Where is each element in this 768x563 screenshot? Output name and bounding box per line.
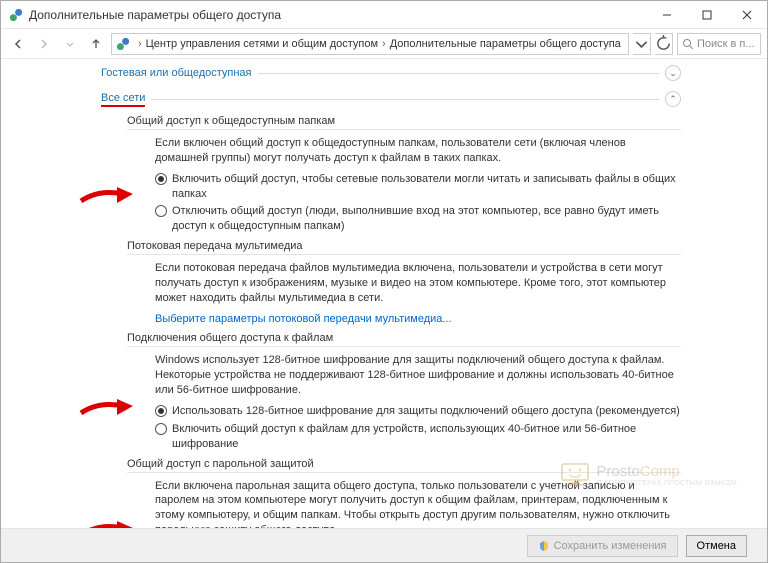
radio-public-off[interactable]: Отключить общий доступ (люди, выполнивши… [155, 204, 681, 234]
group-description: Если потоковая передача файлов мультимед… [155, 261, 681, 306]
titlebar: Дополнительные параметры общего доступа [1, 1, 767, 29]
app-icon [9, 8, 23, 22]
group-title: Общий доступ к общедоступным папкам [127, 115, 681, 127]
window-title: Дополнительные параметры общего доступа [29, 8, 647, 22]
forward-button[interactable] [33, 33, 55, 55]
group-description: Если включен общий доступ к общедоступны… [155, 136, 681, 166]
search-placeholder: Поиск в п... [697, 38, 755, 50]
radio-label: Включить общий доступ к файлам для устро… [172, 422, 681, 452]
group-description: Если включена парольная защита общего до… [155, 479, 681, 529]
search-input[interactable]: Поиск в п... [677, 33, 761, 55]
group-password-sharing: Общий доступ с парольной защитой Если вк… [127, 458, 681, 529]
group-file-connections: Подключения общего доступа к файлам Wind… [127, 332, 681, 451]
divider [127, 254, 681, 255]
radio-icon [155, 423, 167, 435]
chevron-right-icon: › [382, 38, 386, 50]
close-button[interactable] [727, 1, 767, 29]
save-label: Сохранить изменения [554, 540, 667, 552]
radio-label: Использовать 128-битное шифрование для з… [172, 404, 680, 419]
back-button[interactable] [7, 33, 29, 55]
group-media-streaming: Потоковая передача мультимедиа Если пото… [127, 240, 681, 326]
shield-icon [538, 540, 550, 552]
annotation-arrow [79, 515, 137, 528]
search-icon [682, 38, 694, 50]
annotation-arrow [79, 181, 137, 212]
window-controls [647, 1, 767, 28]
divider [127, 129, 681, 130]
chevron-right-icon: › [138, 38, 142, 50]
chevron-down-icon[interactable]: ⌄ [665, 65, 681, 81]
radio-label: Включить общий доступ, чтобы сетевые пол… [172, 172, 681, 202]
radio-4056bit[interactable]: Включить общий доступ к файлам для устро… [155, 422, 681, 452]
up-button[interactable] [85, 33, 107, 55]
group-title: Потоковая передача мультимедиа [127, 240, 681, 252]
radio-icon [155, 405, 167, 417]
divider [127, 346, 681, 347]
save-button[interactable]: Сохранить изменения [527, 535, 678, 557]
profile-allnets-header[interactable]: Все сети ⌃ [101, 89, 681, 109]
group-title: Подключения общего доступа к файлам [127, 332, 681, 344]
media-options-link[interactable]: Выберите параметры потоковой передачи му… [155, 312, 452, 327]
annotation-arrow [79, 393, 137, 424]
chevron-up-icon[interactable]: ⌃ [665, 91, 681, 107]
group-public-sharing: Общий доступ к общедоступным папкам Если… [127, 115, 681, 234]
radio-label: Отключить общий доступ (люди, выполнивши… [172, 204, 681, 234]
breadcrumb-dropdown[interactable] [633, 33, 651, 55]
radio-icon [155, 173, 167, 185]
navbar: › Центр управления сетями и общим доступ… [1, 29, 767, 59]
footer: Сохранить изменения Отмена [1, 528, 767, 562]
breadcrumb[interactable]: › Центр управления сетями и общим доступ… [111, 33, 629, 55]
group-description: Windows использует 128-битное шифрование… [155, 353, 681, 398]
divider [151, 99, 659, 100]
profile-guest-label: Гостевая или общедоступная [101, 67, 252, 79]
radio-icon [155, 205, 167, 217]
cancel-label: Отмена [697, 540, 736, 552]
profile-allnets-label: Все сети [101, 92, 145, 107]
recent-button[interactable] [59, 33, 81, 55]
cancel-button[interactable]: Отмена [686, 535, 747, 557]
group-title: Общий доступ с парольной защитой [127, 458, 681, 470]
profile-guest-header[interactable]: Гостевая или общедоступная ⌄ [101, 63, 681, 83]
radio-public-on[interactable]: Включить общий доступ, чтобы сетевые пол… [155, 172, 681, 202]
content-area: Гостевая или общедоступная ⌄ Все сети ⌃ … [1, 59, 767, 528]
divider [258, 73, 659, 74]
maximize-button[interactable] [687, 1, 727, 29]
refresh-button[interactable] [655, 33, 673, 55]
radio-128bit[interactable]: Использовать 128-битное шифрование для з… [155, 404, 681, 419]
app-icon [116, 37, 130, 51]
breadcrumb-item[interactable]: Дополнительные параметры общего доступа [390, 38, 621, 50]
divider [127, 472, 681, 473]
minimize-button[interactable] [647, 1, 687, 29]
breadcrumb-item[interactable]: Центр управления сетями и общим доступом [146, 38, 378, 50]
